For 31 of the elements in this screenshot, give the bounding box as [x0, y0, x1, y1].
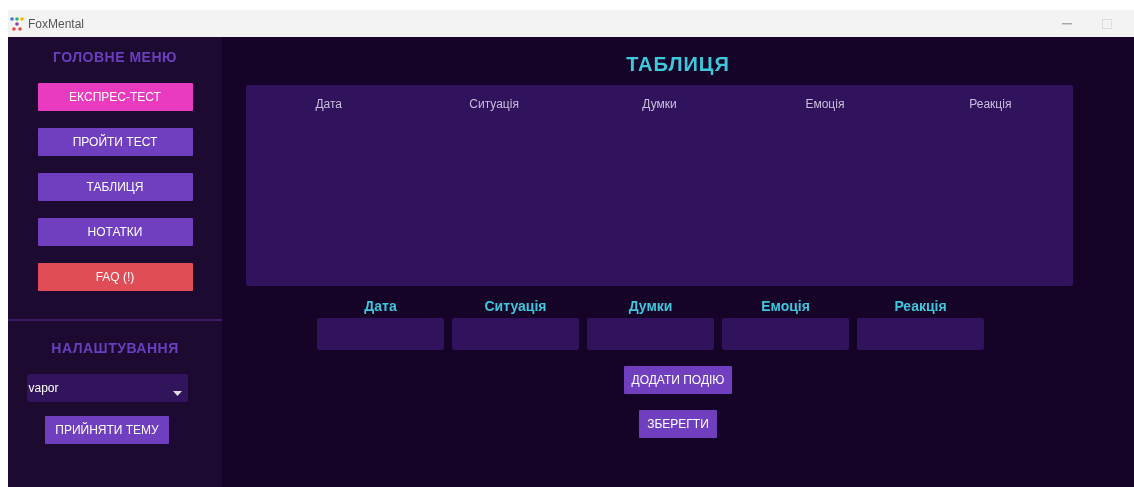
column-header: Думки: [642, 97, 677, 111]
field-label: Ситуація: [484, 297, 547, 316]
column-header: Емоція: [805, 97, 845, 111]
menu-button[interactable]: ТАБЛИЦЯ: [37, 173, 193, 201]
field-label: Емоція: [761, 297, 810, 316]
menu-button[interactable]: ПРОЙТИ ТЕСТ: [37, 128, 193, 156]
column-header: Дата: [315, 97, 342, 111]
page-title: ТАБЛИЦЯ: [626, 52, 730, 77]
input-field[interactable]: [452, 318, 579, 350]
menu-button[interactable]: ЕКСПРЕС-ТЕСТ: [37, 83, 193, 111]
save-button[interactable]: ЗБЕРЕГТИ: [639, 410, 717, 438]
column-header: Ситуація: [469, 97, 519, 111]
dropdown-caret-icon: [172, 390, 182, 396]
input-field[interactable]: [587, 318, 714, 350]
input-field[interactable]: [857, 318, 984, 350]
minimize-icon[interactable]: [1062, 22, 1072, 25]
field-label: Дата: [364, 297, 397, 316]
input-field[interactable]: [317, 318, 444, 350]
add-event-button[interactable]: ДОДАТИ ПОДІЮ: [623, 366, 733, 394]
window-title: FoxMental: [28, 15, 85, 33]
settings-heading: НАЛАШТУВАННЯ: [51, 339, 179, 358]
menu-heading: ГОЛОВНЕ МЕНЮ: [53, 48, 177, 67]
theme-select[interactable]: vapor: [26, 374, 188, 402]
apply-theme-button[interactable]: ПРИЙНЯТИ ТЕМУ: [45, 416, 169, 444]
menu-button[interactable]: FAQ (!): [37, 263, 193, 291]
field-label: Думки: [628, 297, 673, 316]
input-field[interactable]: [722, 318, 849, 350]
app-logo-icon: [10, 16, 24, 31]
field-label: Реакція: [894, 297, 947, 316]
column-header: Реакція: [969, 97, 1012, 111]
menu-button[interactable]: НОТАТКИ: [37, 218, 193, 246]
